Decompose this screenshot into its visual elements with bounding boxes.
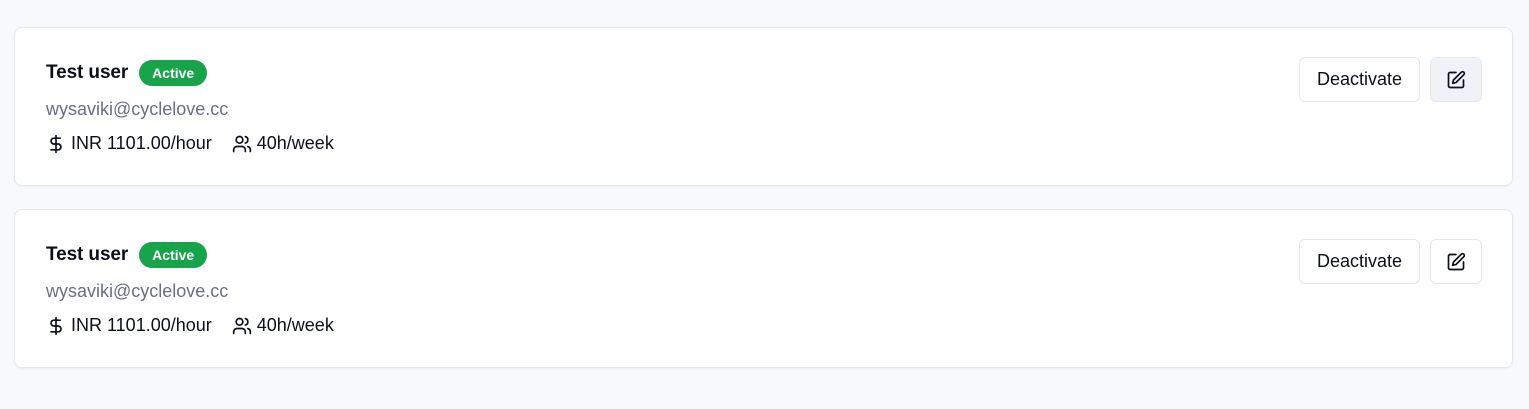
status-badge: Active bbox=[139, 60, 208, 86]
user-card: Test user Active wysaviki@cyclelove.cc I… bbox=[14, 27, 1513, 186]
edit-icon bbox=[1447, 70, 1466, 88]
user-name: Test user bbox=[46, 244, 129, 265]
deactivate-button[interactable]: Deactivate bbox=[1299, 57, 1420, 102]
user-title-row: Test user Active bbox=[46, 60, 208, 86]
user-list: Test user Active wysaviki@cyclelove.cc I… bbox=[0, 0, 1529, 409]
user-email: wysaviki@cyclelove.cc bbox=[46, 99, 229, 119]
user-title-row: Test user Active bbox=[46, 242, 208, 268]
users-icon bbox=[232, 316, 252, 336]
user-meta: INR 1101.00/hour 40h/week bbox=[46, 133, 334, 154]
dollar-icon bbox=[46, 316, 66, 336]
edit-button[interactable] bbox=[1430, 239, 1482, 284]
status-badge: Active bbox=[139, 242, 208, 268]
users-icon bbox=[232, 134, 252, 154]
user-meta: INR 1101.00/hour 40h/week bbox=[46, 315, 334, 336]
hourly-rate: INR 1101.00/hour bbox=[46, 315, 212, 336]
edit-icon bbox=[1447, 252, 1466, 270]
user-card: Test user Active wysaviki@cyclelove.cc I… bbox=[14, 209, 1513, 368]
hourly-rate-text: INR 1101.00/hour bbox=[71, 133, 212, 153]
weekly-hours-text: 40h/week bbox=[256, 315, 334, 335]
card-actions: Deactivate bbox=[1299, 239, 1482, 284]
weekly-hours: 40h/week bbox=[232, 133, 334, 154]
weekly-hours-text: 40h/week bbox=[256, 133, 334, 153]
hourly-rate-text: INR 1101.00/hour bbox=[71, 315, 212, 335]
weekly-hours: 40h/week bbox=[232, 315, 334, 336]
deactivate-button[interactable]: Deactivate bbox=[1299, 239, 1420, 284]
user-email: wysaviki@cyclelove.cc bbox=[46, 281, 229, 301]
dollar-icon bbox=[46, 134, 66, 154]
card-actions: Deactivate bbox=[1299, 57, 1482, 102]
user-name: Test user bbox=[46, 62, 129, 83]
edit-button[interactable] bbox=[1430, 57, 1482, 102]
hourly-rate: INR 1101.00/hour bbox=[46, 133, 212, 154]
